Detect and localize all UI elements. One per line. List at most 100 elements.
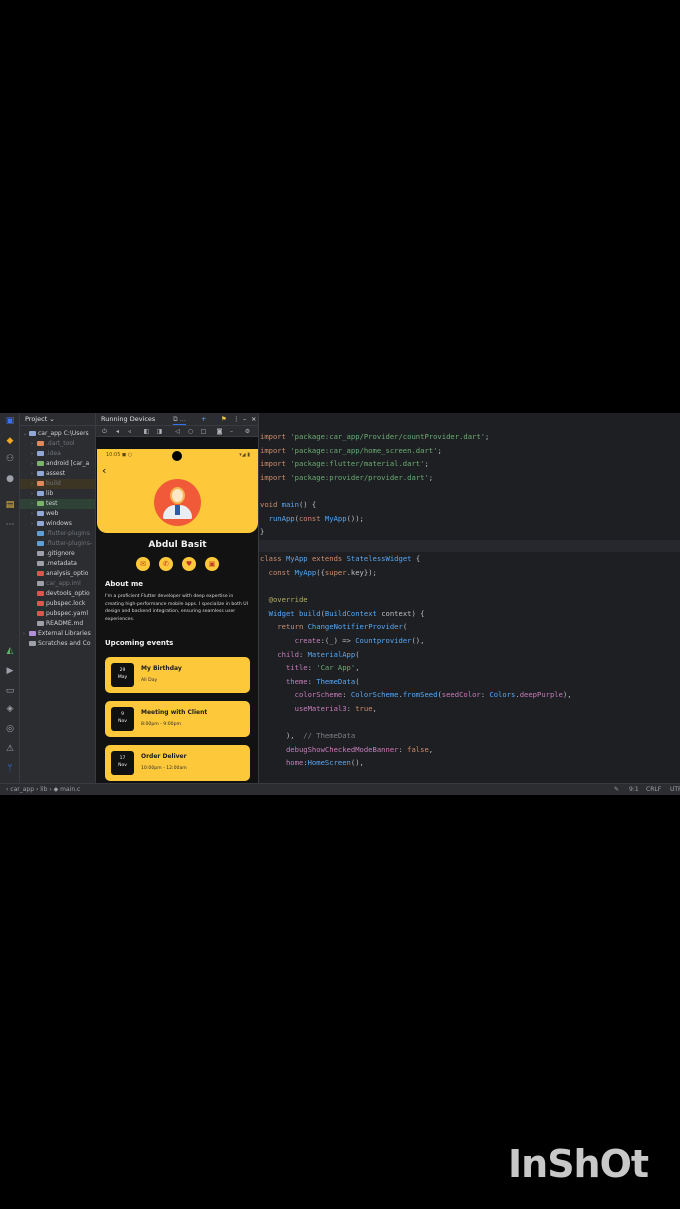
folder-icon (37, 481, 44, 486)
code-token: ), (260, 731, 304, 741)
volume-up-icon[interactable]: ◂ (114, 428, 121, 435)
project-tree-item[interactable]: pubspec.yaml (20, 609, 95, 619)
project-tree-label: build (46, 480, 61, 487)
phone-icon[interactable]: ✆ (159, 557, 173, 571)
project-tree-item[interactable]: .metadata (20, 559, 95, 569)
folder-icon (37, 501, 44, 506)
event-card[interactable]: 17 Nov Order Deliver 10:00pm - 12:00am (105, 745, 250, 781)
project-tree-item[interactable]: README.md (20, 619, 95, 629)
project-tree-item[interactable]: › windows (20, 519, 95, 529)
code-token: MyApp (285, 554, 312, 564)
project-tree-item[interactable]: › android [car_a (20, 459, 95, 469)
project-tree-item[interactable]: › build (20, 479, 95, 489)
code-token: colorScheme (294, 690, 343, 700)
project-tree-item[interactable]: › lib (20, 489, 95, 499)
pin-icon[interactable]: ⚑ (221, 413, 227, 426)
project-tree-label: pubspec.yaml (46, 610, 88, 617)
add-device-button[interactable]: + (201, 413, 206, 426)
caret-position[interactable]: 9:1 (629, 784, 639, 795)
project-tree-item[interactable]: › assest (20, 469, 95, 479)
event-day: 29 (119, 668, 126, 673)
project-tree-item[interactable]: ⌄ car_app C:\Users (20, 429, 95, 439)
code-token: theme (285, 676, 308, 686)
code-line: import 'package:flutter/material.dart'; (260, 458, 429, 470)
project-tree-item[interactable]: › .dart_tool (20, 439, 95, 449)
close-panel-button[interactable]: × (251, 413, 256, 426)
device-tab[interactable]: ⧉ ... (173, 413, 186, 425)
code-token: import (260, 472, 291, 482)
project-tree-item[interactable]: Scratches and Co (20, 639, 95, 649)
phone-screen: 10:05 ◼ ○ ▾◢ ▮ ‹ Abdul Basit ✉ ✆ ♥ ▣ Abo… (97, 449, 258, 795)
heart-icon[interactable]: ♥ (182, 557, 196, 571)
more-options-button[interactable]: ⋮ (233, 413, 240, 426)
project-tool-icon[interactable]: ▣ (4, 415, 16, 427)
code-editor[interactable]: import 'package:car_app/Provider/countPr… (259, 413, 680, 783)
project-tree-item[interactable]: pubspec.lock (20, 599, 95, 609)
project-tree-label: .dart_tool (46, 440, 75, 447)
camera-cutout (172, 451, 182, 461)
github-icon[interactable]: ● (4, 473, 16, 485)
resource-manager-icon[interactable]: ▤ (4, 499, 16, 511)
project-tree-item[interactable]: devtools_optio (20, 589, 95, 599)
overview-nav-icon[interactable]: □ (200, 428, 207, 435)
project-tree-item[interactable]: › web (20, 509, 95, 519)
message-icon[interactable]: ▣ (205, 557, 219, 571)
code-token: MyApp (324, 513, 347, 523)
back-nav-icon[interactable]: ◁ (174, 428, 181, 435)
home-nav-icon[interactable]: ○ (187, 428, 194, 435)
toolbar-more-icon[interactable]: – (228, 428, 235, 435)
profile-name: Abdul Basit (148, 540, 207, 550)
screenshot-icon[interactable]: ◙ (216, 428, 223, 435)
git-branch-icon[interactable]: ᛘ (4, 763, 16, 775)
line-separator[interactable]: CRLF (646, 784, 661, 795)
email-icon[interactable]: ✉ (136, 557, 150, 571)
event-card[interactable]: 29 May My Birthday All Day (105, 657, 250, 693)
event-month: May (117, 675, 128, 680)
project-tree-item[interactable]: .flutter-plugins (20, 529, 95, 539)
project-tree-item[interactable]: analysis_optio (20, 569, 95, 579)
project-tree-item[interactable]: .flutter-plugins- (20, 539, 95, 549)
file-breadcrumb[interactable]: ‹ car_app › lib › ◆ main.c (6, 784, 80, 795)
file-icon (37, 561, 44, 566)
problems-icon[interactable]: ⚠ (4, 743, 16, 755)
event-month: Nov (118, 719, 127, 724)
services-icon[interactable]: ◎ (4, 723, 16, 735)
code-line: useMaterial3: true, (260, 703, 377, 715)
volume-down-icon[interactable]: ◃ (126, 428, 133, 435)
inspector-icon[interactable]: ◈ (4, 703, 16, 715)
project-tree-item[interactable]: › .idea (20, 449, 95, 459)
run-icon[interactable]: ▶ (4, 665, 16, 677)
code-token: : (307, 676, 317, 686)
more-tools-icon[interactable]: ⋯ (4, 519, 16, 531)
back-arrow-icon[interactable]: ‹ (102, 465, 106, 477)
code-token: ; (485, 432, 490, 441)
code-line: class MyApp extends StatelessWidget { (260, 553, 420, 565)
status-edit-icon[interactable]: ✎ (614, 784, 619, 795)
project-tree-label: .metadata (46, 560, 77, 567)
project-tree-item[interactable]: .gitignore (20, 549, 95, 559)
terminal-icon[interactable]: ▭ (4, 685, 16, 697)
code-token: , (372, 704, 377, 713)
flutter-icon[interactable]: ◭ (4, 645, 16, 657)
code-token: ; (437, 445, 442, 455)
project-tree-item[interactable]: › External Libraries (20, 629, 95, 639)
running-devices-tabbar: Running Devices ⧉ ... + ⚑ ⋮ – × (96, 413, 258, 426)
file-icon (37, 551, 44, 556)
file-encoding[interactable]: UTF (670, 784, 680, 795)
commit-icon[interactable]: ◆ (4, 435, 16, 447)
project-tree-item[interactable]: car_app.iml (20, 579, 95, 589)
rotate-left-icon[interactable]: ◧ (143, 428, 150, 435)
power-icon[interactable]: ⏻ (101, 428, 108, 435)
code-token: import (260, 459, 291, 469)
minimize-button[interactable]: – (243, 413, 246, 426)
rotate-right-icon[interactable]: ◨ (156, 428, 163, 435)
project-panel-title[interactable]: Project ⌄ (20, 413, 95, 426)
project-tree-item[interactable]: › test (20, 499, 95, 509)
structure-icon[interactable]: ⚇ (4, 453, 16, 465)
settings-gear-icon[interactable]: ⚙ (244, 428, 251, 435)
code-token: void (260, 500, 282, 509)
project-tree-label: .idea (46, 450, 61, 457)
event-card[interactable]: 9 Nov Meeting with Client 8:00pm - 9:00p… (105, 701, 250, 737)
